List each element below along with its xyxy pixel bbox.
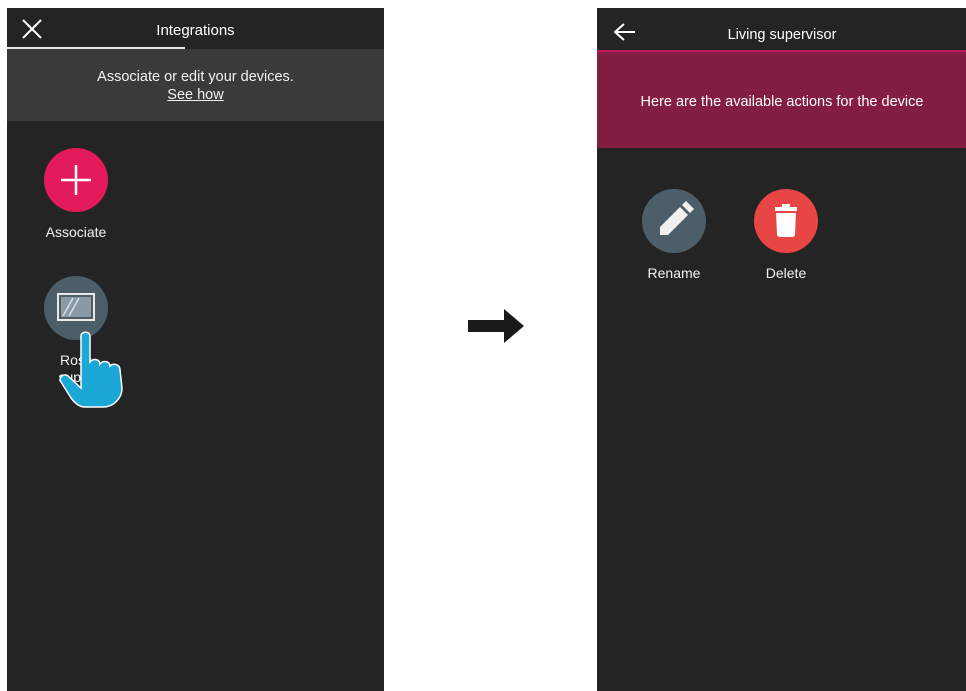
arrow-right-icon xyxy=(468,309,524,343)
actions-banner: Here are the available actions for the d… xyxy=(597,52,966,148)
rename-tile[interactable]: Rename xyxy=(629,189,719,282)
delete-tile[interactable]: Delete xyxy=(741,189,831,282)
banner-text: Here are the available actions for the d… xyxy=(640,94,924,110)
plus-icon xyxy=(61,165,91,195)
associate-button[interactable] xyxy=(44,148,108,212)
device-actions-screen: Living supervisor Here are the available… xyxy=(597,8,966,691)
rename-button[interactable] xyxy=(642,189,706,253)
associate-label: Associate xyxy=(45,224,107,240)
associate-tile[interactable]: Associate xyxy=(31,148,121,241)
trash-icon xyxy=(775,204,797,237)
pointing-hand-icon xyxy=(59,331,123,408)
pencil-icon xyxy=(660,201,694,235)
delete-button[interactable] xyxy=(754,189,818,253)
top-bar: Integrations xyxy=(7,8,384,49)
top-bar: Living supervisor xyxy=(597,8,966,50)
page-title: Integrations xyxy=(156,22,235,39)
delete-label: Delete xyxy=(765,265,807,281)
integrations-screen: Integrations Associate or edit your devi… xyxy=(7,8,384,691)
see-how-link[interactable]: See how xyxy=(7,87,384,103)
rename-label: Rename xyxy=(647,265,701,281)
banner-text: Associate or edit your devices. xyxy=(97,69,294,85)
info-banner: Associate or edit your devices. See how xyxy=(7,49,384,121)
page-title: Living supervisor xyxy=(727,27,837,43)
